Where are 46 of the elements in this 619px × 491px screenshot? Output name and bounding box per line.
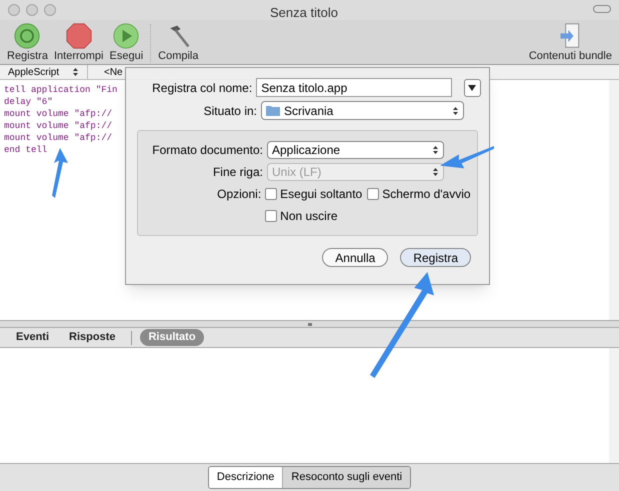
result-tab[interactable]: Eventi xyxy=(8,329,58,346)
window-control-icon[interactable] xyxy=(44,4,56,16)
window-control-icon[interactable] xyxy=(26,4,38,16)
field-label: Registra col nome: xyxy=(151,80,252,96)
stepper-icon xyxy=(452,106,459,116)
record-icon xyxy=(14,23,40,49)
stepper-icon xyxy=(72,67,79,77)
checkbox[interactable] xyxy=(265,210,278,222)
dialog-button[interactable]: Annulla xyxy=(322,248,388,267)
code-line: mount volume "afp:// xyxy=(4,132,112,144)
code-line: mount volume "afp:// xyxy=(4,108,112,120)
window-control-icon[interactable] xyxy=(8,4,20,16)
name-field[interactable]: Senza titolo.app xyxy=(256,78,452,97)
segment-button[interactable]: Resoconto sugli eventi xyxy=(282,467,410,488)
toolbar-button[interactable]: Contenuti bundle xyxy=(526,22,615,62)
triangle-down-icon xyxy=(468,84,476,90)
expand-button[interactable] xyxy=(464,78,481,96)
format-popup[interactable]: Applicazione xyxy=(267,141,444,159)
code-line: mount volume "afp:// xyxy=(4,120,112,132)
window-title: Senza titolo xyxy=(270,4,338,22)
location-popup[interactable]: Scrivania xyxy=(261,101,464,120)
field-label: Situato in: xyxy=(202,102,257,120)
checkbox[interactable] xyxy=(367,188,380,200)
toolbar-button[interactable]: Registra xyxy=(4,22,51,62)
option-checkbox[interactable]: Esegui soltanto xyxy=(265,185,362,203)
option-checkbox[interactable]: Non uscire xyxy=(265,207,338,225)
stepper-icon xyxy=(432,167,439,177)
result-tab[interactable]: Risposte xyxy=(61,329,124,346)
field-label: Opzioni: xyxy=(216,186,262,203)
dialog-button[interactable]: Registra xyxy=(400,248,471,267)
field-label: Formato documento: xyxy=(151,142,263,159)
checkbox[interactable] xyxy=(265,188,278,200)
code-line: delay "6" xyxy=(4,96,53,108)
play-icon xyxy=(113,23,140,49)
toolbar-button[interactable]: Compila xyxy=(155,22,202,62)
splitter-handle-icon[interactable] xyxy=(308,322,312,326)
toolbar-button[interactable]: Interrompi xyxy=(50,22,106,62)
stop-icon xyxy=(66,23,92,49)
folder-icon xyxy=(266,105,280,116)
segment-button[interactable]: Descrizione xyxy=(208,467,282,488)
toolbar-button[interactable]: Esegui xyxy=(106,22,146,62)
code-line: end tell xyxy=(4,144,48,156)
toolbar-toggle-icon[interactable] xyxy=(593,5,611,13)
code-line: tell application "Fin xyxy=(4,84,118,96)
option-checkbox[interactable]: Schermo d'avvio xyxy=(367,185,471,203)
field-label: Fine riga: xyxy=(212,164,263,181)
